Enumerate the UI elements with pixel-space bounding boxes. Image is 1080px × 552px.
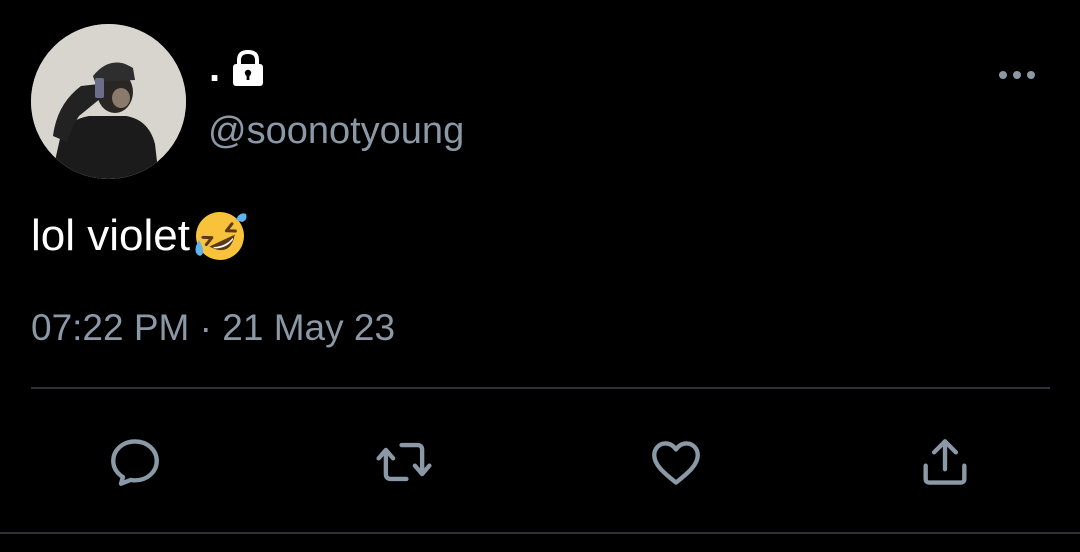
tweet-text: lol violet — [31, 211, 190, 260]
share-icon — [923, 439, 967, 485]
more-options-button[interactable] — [997, 63, 1037, 87]
meta-separator: · — [199, 307, 212, 348]
retweet-button[interactable] — [372, 430, 436, 494]
display-name[interactable]: . — [209, 48, 220, 88]
like-button[interactable] — [644, 430, 708, 494]
tweet-timestamp[interactable]: 07:22 PM · 21 May 23 — [31, 303, 395, 353]
retweet-icon — [376, 442, 432, 482]
author-handle[interactable]: @soonotyoung — [208, 108, 464, 154]
more-icon — [999, 71, 1035, 79]
author-name-row: . — [209, 42, 268, 88]
tweet-time: 07:22 PM — [31, 307, 190, 348]
share-button[interactable] — [913, 430, 977, 494]
heart-icon — [652, 441, 700, 485]
tweet-date: 21 May 23 — [222, 307, 396, 348]
rolling-on-the-floor-laughing-emoji-icon — [192, 208, 248, 264]
tweet-text-row: lol violet — [31, 208, 248, 264]
reply-button[interactable] — [103, 430, 167, 494]
bottom-divider — [0, 532, 1080, 534]
avatar[interactable] — [31, 24, 186, 179]
divider — [31, 387, 1050, 389]
lock-icon — [228, 48, 268, 88]
reply-icon — [111, 439, 159, 486]
